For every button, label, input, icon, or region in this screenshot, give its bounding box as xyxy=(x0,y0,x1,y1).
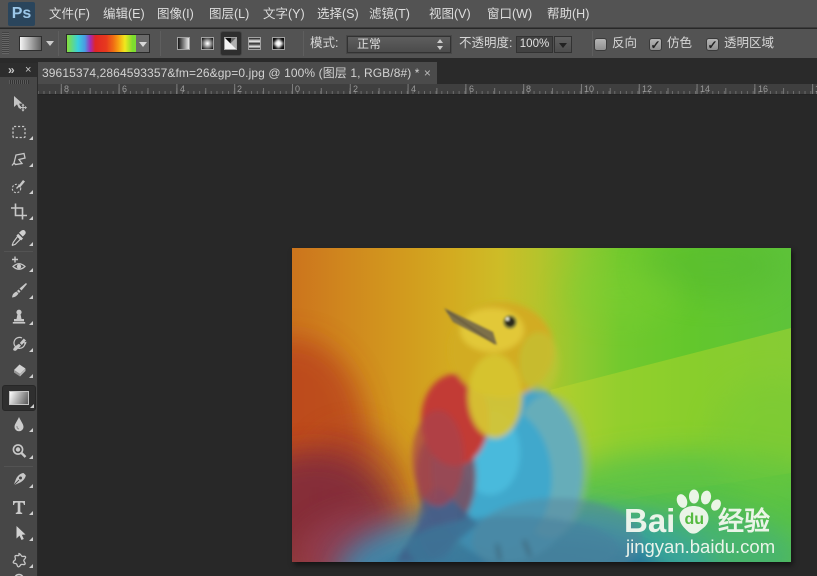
svg-text:du: du xyxy=(685,511,705,528)
svg-text:jingyan.baidu.com: jingyan.baidu.com xyxy=(625,536,775,557)
svg-text:Bai: Bai xyxy=(624,502,675,539)
svg-text:经验: 经验 xyxy=(718,506,770,536)
